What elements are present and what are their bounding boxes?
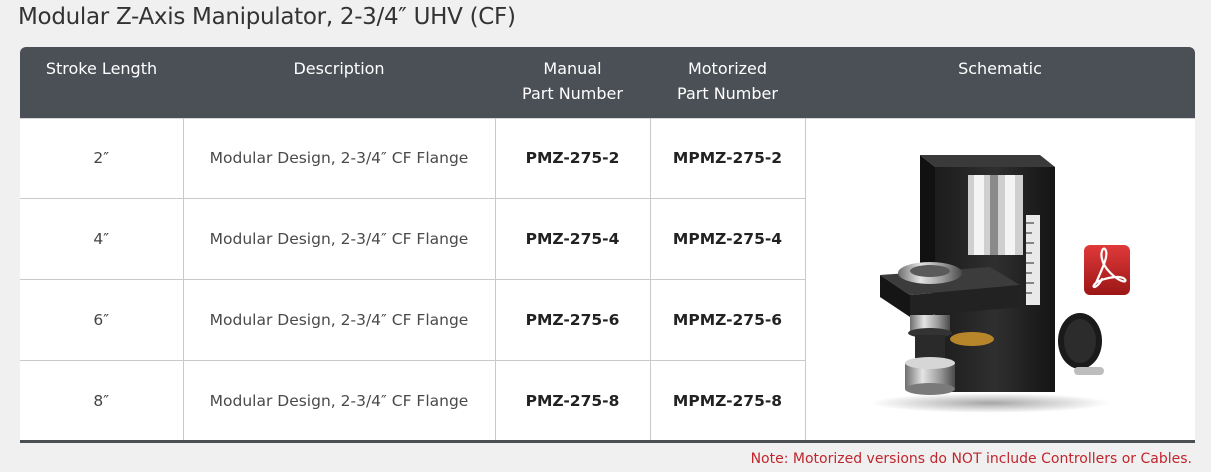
table-header-row: Stroke Length Description Manual Part Nu… <box>20 47 1195 118</box>
header-manual-part-number: Manual Part Number <box>495 47 650 118</box>
pdf-icon <box>1084 244 1131 295</box>
stroke-length-cell: 2″ <box>20 117 184 200</box>
stroke-length-cell: 8″ <box>20 359 184 440</box>
manual-part-number-cell: PMZ-275-4 <box>494 198 651 281</box>
header-stroke-length: Stroke Length <box>20 47 183 118</box>
motorized-part-number-cell: MPMZ-275-4 <box>649 198 806 281</box>
description-cell: Modular Design, 2-3/4″ CF Flange <box>182 198 496 281</box>
manual-part-number-cell: PMZ-275-2 <box>494 117 651 200</box>
stroke-length-cell: 6″ <box>20 279 184 361</box>
description-cell: Modular Design, 2-3/4″ CF Flange <box>182 359 496 440</box>
manipulator-product-image <box>870 154 1131 413</box>
page-title: Modular Z-Axis Manipulator, 2-3/4″ UHV (… <box>18 4 516 30</box>
manual-part-number-cell: PMZ-275-8 <box>494 359 651 440</box>
product-table: Stroke Length Description Manual Part Nu… <box>20 47 1195 443</box>
description-cell: Modular Design, 2-3/4″ CF Flange <box>182 279 496 361</box>
schematic-pdf-link[interactable] <box>806 119 1196 441</box>
motorized-note: Note: Motorized versions do NOT include … <box>750 451 1192 467</box>
header-motorized-part-number: Motorized Part Number <box>650 47 805 118</box>
header-description: Description <box>183 47 495 118</box>
motorized-part-number-cell: MPMZ-275-2 <box>649 117 806 200</box>
schematic-cell <box>804 117 1196 441</box>
header-schematic: Schematic <box>805 47 1195 118</box>
manual-part-number-cell: PMZ-275-6 <box>494 279 651 361</box>
description-cell: Modular Design, 2-3/4″ CF Flange <box>182 117 496 200</box>
motorized-part-number-cell: MPMZ-275-8 <box>649 359 806 440</box>
stroke-length-cell: 4″ <box>20 198 184 281</box>
motorized-part-number-cell: MPMZ-275-6 <box>649 279 806 361</box>
table-row: 2″ Modular Design, 2-3/4″ CF Flange PMZ-… <box>20 117 1195 440</box>
